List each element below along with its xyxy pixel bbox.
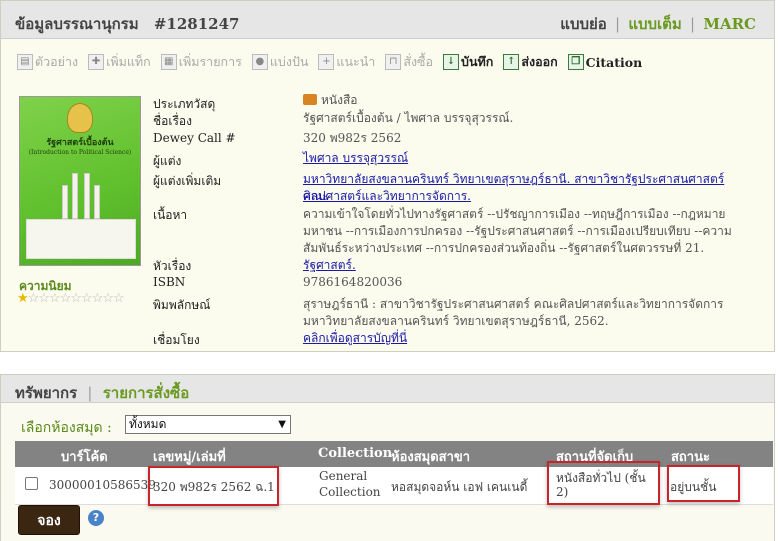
preview-icon: ▤: [17, 54, 33, 70]
record-toolbar: ▤ ตัวอย่าง ✚ เพิ่มแท็ก ▦ เพิ่มรายการ ● แบ่งป…: [17, 52, 652, 72]
share-button[interactable]: ● แบ่งปัน: [251, 52, 309, 72]
isbn-label: ISBN: [153, 275, 186, 289]
order-button[interactable]: ⊓ สั่งซื้อ: [385, 52, 433, 72]
cover-monument-graphic: [58, 169, 104, 219]
subject-label: หัวเรื่อง: [153, 259, 192, 273]
share-label: แบ่งปัน: [269, 54, 309, 69]
dewey-value: 320 พ982ร 2562: [303, 131, 402, 145]
citation-icon: ❐: [567, 54, 584, 70]
save-label: บันทึก: [461, 54, 494, 69]
save-button[interactable]: ↓ บันทึก: [443, 52, 493, 72]
citation-label: Citation: [585, 54, 643, 70]
author-link[interactable]: ไพศาล บรรจุสุวรรณ์: [303, 150, 748, 167]
cart-icon: ⊓: [385, 54, 402, 70]
save-icon: ↓: [443, 54, 460, 70]
col-branch: ห้องสมุดสาขา: [391, 450, 471, 465]
title-label: ชื่อเรื่อง: [153, 114, 192, 128]
highlight-status: [667, 465, 740, 502]
cover-spine-label: [26, 219, 136, 259]
contents-line: มหาชน --การเมืองการปกครอง --รัฐประศาสนศา…: [303, 224, 732, 238]
row-checkbox[interactable]: [25, 477, 38, 490]
row-collection-cont: Collection: [319, 485, 381, 499]
library-select[interactable]: ทั้งหมด ▼: [125, 415, 291, 434]
help-icon[interactable]: ?: [88, 510, 104, 526]
isbn-value: 9786164820036: [303, 275, 403, 289]
view-short-link[interactable]: แบบย่อ: [560, 15, 607, 33]
view-separator: |: [690, 15, 696, 33]
row-barcode: 30000010586539: [49, 478, 156, 492]
subject-link[interactable]: รัฐศาสตร์.: [303, 257, 748, 274]
col-barcode: บาร์โค้ด: [61, 450, 108, 465]
view-marc-link[interactable]: MARC: [703, 15, 756, 33]
contents-line: สัมพันธ์ระหว่างประเทศ --การปกครองส่วนท้อ…: [303, 241, 705, 255]
view-switcher: แบบย่อ | แบบเต็ม | MARC: [560, 12, 756, 36]
bibliographic-panel: ข้อมูลบรรณานุกรม #1281247 แบบย่อ | แบบเต…: [0, 0, 775, 352]
toc-link[interactable]: คลิกเพื่อดูสารบัญที่นี่: [303, 330, 748, 347]
publication-label: พิมพลักษณ์: [153, 298, 211, 312]
reserve-button[interactable]: จอง: [18, 505, 80, 535]
book-cover-image[interactable]: รัฐศาสตร์เบื้องต้น (Introduction to Poli…: [19, 96, 141, 266]
orders-tab[interactable]: รายการสั่งซื้อ: [103, 384, 190, 402]
holdings-title: ทรัพยากร | รายการสั่งซื้อ: [15, 381, 189, 405]
tag-icon: ✚: [88, 54, 105, 70]
chevron-down-icon: ▼: [278, 419, 286, 430]
recommend-label: แนะนำ: [336, 54, 376, 69]
share-users-icon: ●: [251, 54, 268, 70]
col-call-no: เลขหมู่/เล่มที่: [153, 450, 226, 465]
highlight-call-number: [148, 466, 279, 506]
record-header: ข้อมูลบรรณานุกรม #1281247 แบบย่อ | แบบเต…: [1, 1, 774, 39]
view-full-link[interactable]: แบบเต็ม: [628, 15, 681, 33]
link-label: เชื่อมโยง: [153, 333, 200, 347]
export-icon: ↑: [503, 54, 520, 70]
cover-title: รัฐศาสตร์เบื้องต้น: [46, 138, 114, 148]
add-list-button[interactable]: ▦ เพิ่มรายการ: [160, 52, 242, 72]
record-title-label: ข้อมูลบรรณานุกรม: [15, 15, 139, 33]
popularity-rating[interactable]: ★☆☆☆☆☆☆☆☆☆: [17, 291, 125, 306]
title-value: รัฐศาสตร์เบื้องต้น / ไพศาล บรรจุสุวรรณ์.: [303, 111, 514, 125]
add-tag-label: เพิ่มแท็ก: [106, 54, 151, 69]
cover-subtitle: (Introduction to Political Science): [28, 149, 132, 156]
author-label: ผู้แต่ง: [153, 154, 182, 168]
added-author-label: ผู้แต่งเพิ่มเติม: [153, 174, 222, 188]
row-branch: หอสมุดจอห์น เอฟ เคนเนดี้: [391, 480, 528, 494]
record-number: #1281247: [153, 15, 240, 33]
star-icon: ☆☆☆☆☆☆☆☆☆: [27, 291, 125, 306]
add-tag-button[interactable]: ✚ เพิ่มแท็ก: [88, 52, 151, 72]
highlight-location: [547, 461, 660, 505]
publication-line: สุราษฎร์ธานี : สาขาวิชารัฐประศาสนศาสตร์ …: [303, 297, 724, 311]
contents-line: ความเข้าใจโดยทั่วไปทางรัฐศาสตร์ --ปรัชญา…: [303, 207, 726, 221]
preview-label: ตัวอย่าง: [35, 54, 79, 69]
export-button[interactable]: ↑ ส่งออก: [503, 52, 558, 72]
contents-label: เนื้อหา: [153, 208, 188, 222]
publication-line: มหาวิทยาลัยสงขลานครินทร์ วิทยาเขตสุราษฎร…: [303, 314, 609, 328]
dewey-label: Dewey Call #: [153, 131, 236, 145]
add-list-icon: ▦: [160, 54, 177, 70]
added-author-link-cont[interactable]: ศิลปศาสตร์และวิทยาการจัดการ.: [303, 188, 748, 205]
citation-button[interactable]: ❐ Citation: [567, 54, 643, 70]
holdings-panel: ทรัพยากร | รายการสั่งซื้อ เลือกห้องสมุด …: [0, 374, 775, 541]
book-icon: [303, 94, 317, 105]
holdings-separator: |: [87, 384, 93, 402]
preview-button[interactable]: ▤ ตัวอย่าง: [17, 52, 78, 72]
university-seal: [67, 103, 93, 133]
row-collection: General: [319, 469, 368, 483]
star-icon: ★: [17, 291, 29, 306]
record-title: ข้อมูลบรรณานุกรม #1281247: [15, 12, 239, 36]
holdings-header: ทรัพยากร | รายการสั่งซื้อ: [1, 375, 774, 403]
recommend-button[interactable]: + แนะนำ: [318, 52, 375, 72]
export-label: ส่งออก: [521, 54, 558, 69]
view-separator: |: [615, 15, 621, 33]
order-label: สั่งซื้อ: [403, 54, 434, 69]
recommend-icon: +: [318, 54, 335, 70]
library-select-label: เลือกห้องสมุด :: [21, 420, 112, 436]
col-collection: Collection: [318, 446, 393, 461]
holdings-tab[interactable]: ทรัพยากร: [15, 384, 77, 402]
col-status: สถานะ: [671, 450, 710, 465]
library-select-value: ทั้งหมด: [129, 417, 167, 431]
add-list-label: เพิ่มรายการ: [178, 54, 242, 69]
type-value: หนังสือ: [303, 92, 748, 109]
